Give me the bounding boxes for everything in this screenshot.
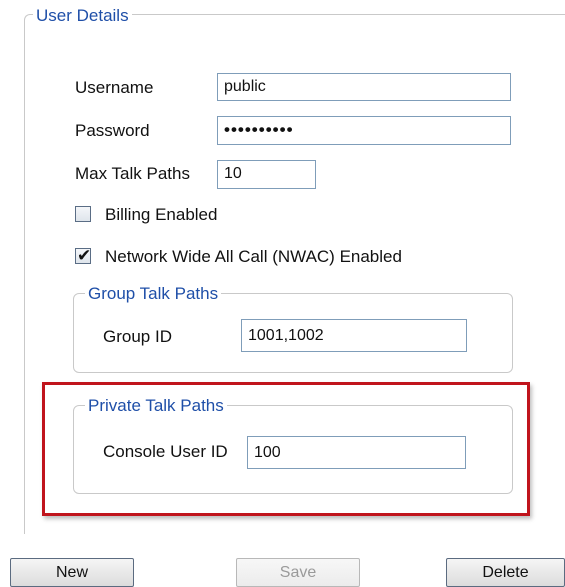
delete-button[interactable]: Delete — [446, 558, 565, 587]
nwac-enabled-checkbox[interactable]: ✔ — [75, 246, 92, 265]
billing-enabled-label: Billing Enabled — [105, 205, 218, 224]
user-details-title: User Details — [33, 6, 132, 26]
password-input[interactable]: •••••••••• — [217, 116, 511, 145]
group-talk-paths-title: Group Talk Paths — [85, 284, 222, 304]
group-id-input[interactable]: 1001,1002 — [241, 319, 467, 352]
group-id-label: Group ID — [103, 327, 172, 346]
password-label: Password — [75, 121, 150, 140]
username-input[interactable]: public — [217, 73, 511, 101]
highlight-box — [42, 382, 530, 516]
save-button[interactable]: Save — [236, 558, 360, 587]
checkmark-icon: ✔ — [77, 246, 92, 265]
billing-enabled-checkbox[interactable] — [75, 206, 91, 222]
max-talk-paths-input[interactable]: 10 — [217, 160, 316, 189]
nwac-enabled-label: Network Wide All Call (NWAC) Enabled — [105, 247, 402, 266]
max-talk-paths-label: Max Talk Paths — [75, 164, 190, 183]
username-label: Username — [75, 78, 154, 97]
new-button[interactable]: New — [10, 558, 134, 587]
